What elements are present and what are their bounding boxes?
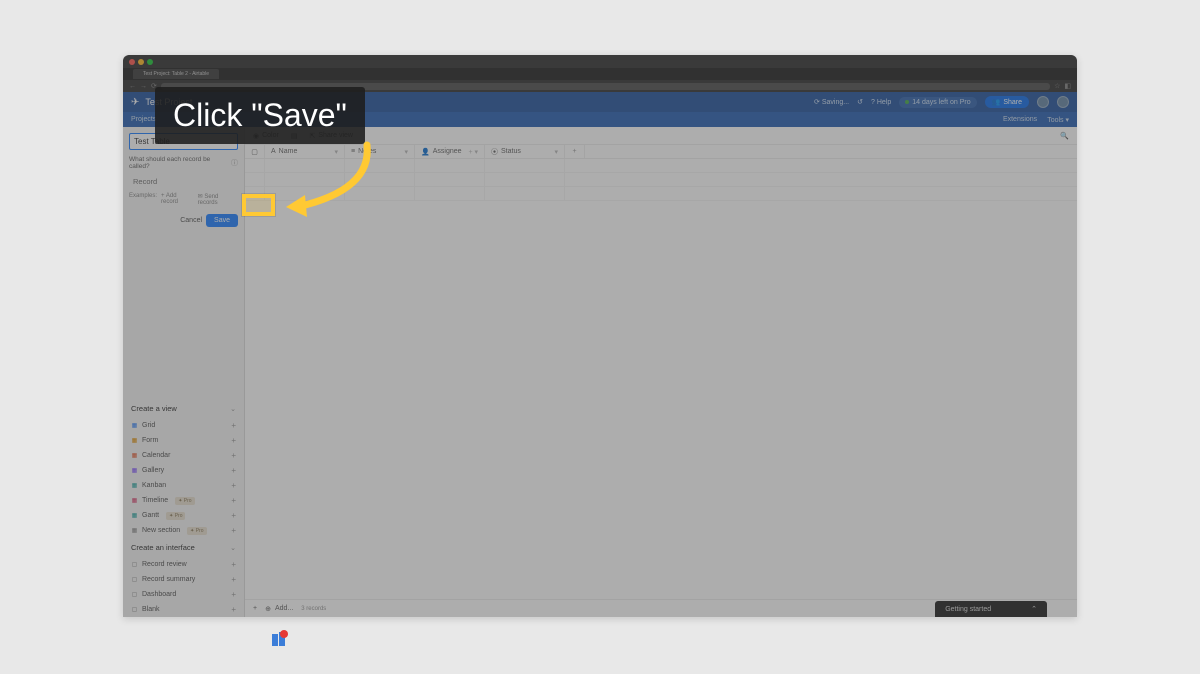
column-status[interactable]: ⦿ Status ▾ [485,145,565,158]
table-row[interactable] [245,173,1077,187]
save-button[interactable]: Save [206,214,238,227]
record-name-input[interactable] [129,174,238,189]
column-assignee[interactable]: 👤 Assignee + ▾ [415,145,485,158]
example-send: ✉ Send records [198,193,238,206]
interface-type-item[interactable]: ▢Record review+ [123,557,244,572]
browser-tab[interactable]: Test Project: Table 2 - Airtable [133,69,219,79]
macos-titlebar [123,55,1077,68]
record-count: 3 records [301,606,326,612]
extensions-icon[interactable]: ◧ [1064,82,1071,90]
maximize-window-icon[interactable] [147,59,153,65]
grid-rows [245,159,1077,201]
view-type-item[interactable]: ▦Timeline✦ Pro+ [123,493,244,508]
app-body: What should each record be called? ⓘ Exa… [123,127,1077,617]
view-type-item[interactable]: ▦Kanban+ [123,478,244,493]
example-add: + Add record [161,193,194,206]
chevron-down-icon: ⌄ [230,405,236,413]
forward-icon[interactable]: → [140,83,147,90]
history-icon[interactable]: ↺ [857,98,863,106]
help-link[interactable]: ? Help [871,99,891,106]
info-icon[interactable]: ⓘ [231,158,238,168]
extensions-link[interactable]: Extensions [1003,116,1037,123]
projects-tab[interactable]: Projects [131,116,156,123]
view-type-item[interactable]: ▦Calendar+ [123,448,244,463]
chevron-down-icon: ⌄ [230,544,236,552]
browser-tabbar: Test Project: Table 2 - Airtable [123,68,1077,80]
interface-type-item[interactable]: ▢Blank+ [123,602,244,617]
chevron-up-icon: ⌃ [1031,605,1037,613]
star-icon[interactable]: ☆ [1054,82,1060,90]
back-icon[interactable]: ← [129,83,136,90]
search-icon[interactable]: 🔍 [1060,132,1069,140]
close-window-icon[interactable] [129,59,135,65]
view-type-item[interactable]: ▦Grid+ [123,418,244,433]
add-row-button[interactable]: + [253,605,257,612]
user-avatar[interactable] [1057,96,1069,108]
create-view-section[interactable]: Create a view ⌄ [123,399,244,418]
minimize-window-icon[interactable] [138,59,144,65]
examples-row: Examples: + Add record ✉ Send records [129,193,238,206]
column-name[interactable]: A Name ▾ [265,145,345,158]
airtable-logo-icon[interactable]: ✈ [131,97,139,108]
interface-type-item[interactable]: ▢Record summary+ [123,572,244,587]
add-column-button[interactable]: + [565,145,585,158]
create-interface-section[interactable]: Create an interface ⌄ [123,538,244,557]
getting-started-panel[interactable]: Getting started ⌃ [935,601,1047,617]
sidebar: What should each record be called? ⓘ Exa… [123,127,245,617]
view-type-item[interactable]: ▦Gallery+ [123,463,244,478]
share-button[interactable]: 👥 Share [985,96,1029,108]
record-name-prompt: What should each record be called? ⓘ [129,156,238,170]
table-row[interactable] [245,159,1077,173]
tools-link[interactable]: Tools ▾ [1047,116,1069,124]
view-type-item[interactable]: ▦New section✦ Pro+ [123,523,244,538]
view-type-item[interactable]: ▦Gantt✦ Pro+ [123,508,244,523]
row-number-header: ▢ [245,145,265,158]
interface-type-item[interactable]: ▢Dashboard+ [123,587,244,602]
view-type-item[interactable]: ▦Form+ [123,433,244,448]
add-dropdown-button[interactable]: ⊕ Add... [265,605,293,613]
saving-indicator: ⟳ Saving... [814,98,849,106]
trial-badge[interactable]: 14 days left on Pro [899,97,976,108]
cursor-indicator-icon [270,630,290,650]
table-row[interactable] [245,187,1077,201]
column-headers: ▢ A Name ▾ ≡ Notes ▾ 👤 Assignee + ▾ ⦿ St… [245,145,1077,159]
instruction-label: Click "Save" [155,87,365,144]
view-toolbar: ◉ Color ▤ ⇱ Share view 🔍 [245,127,1077,145]
notifications-icon[interactable] [1037,96,1049,108]
main-area: ◉ Color ▤ ⇱ Share view 🔍 ▢ A Name ▾ ≡ No… [245,127,1077,617]
cancel-button[interactable]: Cancel [180,217,202,224]
column-notes[interactable]: ≡ Notes ▾ [345,145,415,158]
